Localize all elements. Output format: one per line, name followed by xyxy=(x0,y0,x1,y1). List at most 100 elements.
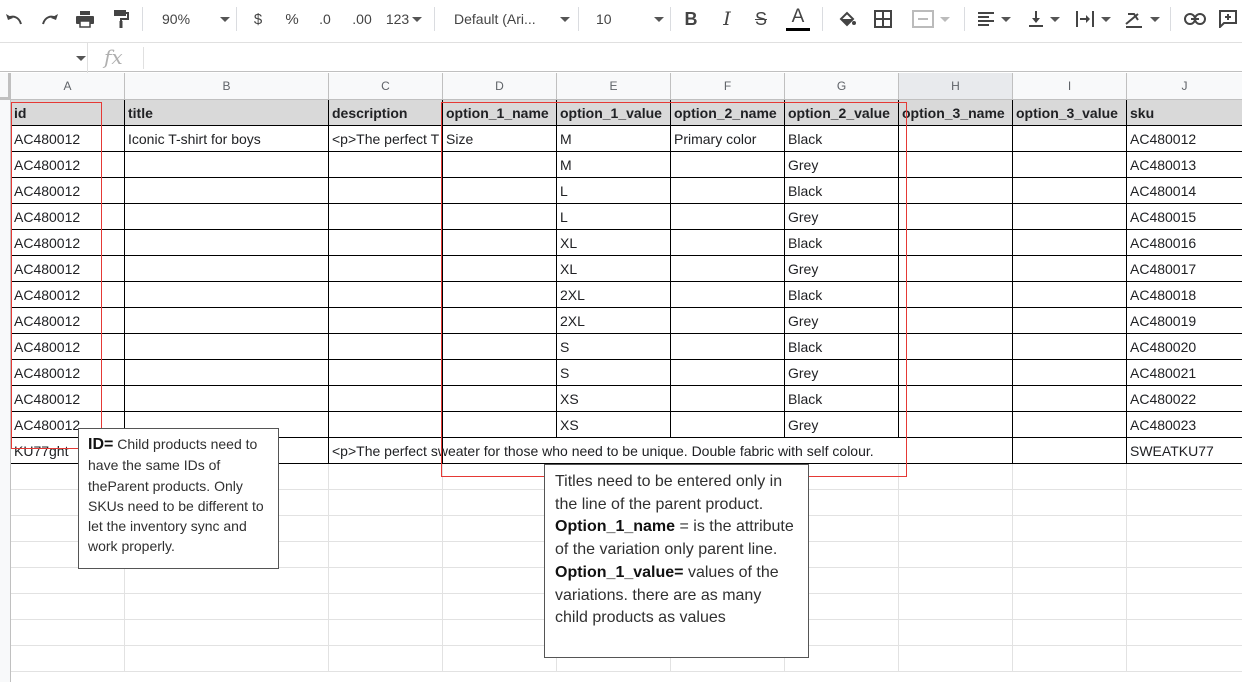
cell[interactable]: description xyxy=(329,100,443,126)
cell[interactable]: AC480019 xyxy=(1127,308,1242,334)
bold-button[interactable]: B xyxy=(678,0,704,38)
cell[interactable] xyxy=(11,646,125,672)
column-header[interactable]: C xyxy=(329,73,443,100)
cell[interactable]: Grey xyxy=(785,308,899,334)
cell[interactable]: AC480016 xyxy=(1127,230,1242,256)
cell[interactable] xyxy=(329,516,443,542)
cell[interactable] xyxy=(125,646,329,672)
cell[interactable] xyxy=(329,620,443,646)
cell[interactable] xyxy=(125,204,329,230)
cell[interactable] xyxy=(125,334,329,360)
name-box[interactable] xyxy=(0,43,88,73)
cell[interactable]: Primary color xyxy=(671,126,785,152)
cell[interactable] xyxy=(329,646,443,672)
insert-comment-icon[interactable] xyxy=(1214,0,1242,38)
cell[interactable] xyxy=(125,256,329,282)
column-header[interactable]: D xyxy=(443,73,557,100)
cell[interactable] xyxy=(443,152,557,178)
cell[interactable] xyxy=(1013,568,1127,594)
cell[interactable] xyxy=(443,282,557,308)
cell[interactable]: option_2_name xyxy=(671,100,785,126)
cell[interactable] xyxy=(125,308,329,334)
cell[interactable]: id xyxy=(11,100,125,126)
undo-icon[interactable] xyxy=(0,0,30,38)
insert-link-icon[interactable] xyxy=(1180,0,1210,38)
cell[interactable] xyxy=(899,256,1013,282)
merge-cells-icon[interactable] xyxy=(906,0,956,38)
cell[interactable] xyxy=(11,594,125,620)
cell[interactable] xyxy=(443,516,557,542)
cell[interactable] xyxy=(329,542,443,568)
cell[interactable] xyxy=(1013,334,1127,360)
cell[interactable] xyxy=(671,334,785,360)
cell[interactable]: L xyxy=(557,178,671,204)
cell[interactable] xyxy=(329,256,443,282)
cell[interactable]: Black xyxy=(785,282,899,308)
cell[interactable] xyxy=(125,386,329,412)
cell[interactable] xyxy=(329,412,443,438)
cell[interactable]: AC480020 xyxy=(1127,334,1242,360)
select-all-corner[interactable] xyxy=(0,73,11,100)
cell[interactable] xyxy=(1127,464,1242,490)
cell[interactable] xyxy=(1127,542,1242,568)
zoom-select[interactable]: 90% xyxy=(150,0,230,38)
decrease-decimals-button[interactable]: .0 xyxy=(312,0,338,38)
cell[interactable] xyxy=(1127,516,1242,542)
cell[interactable] xyxy=(1013,464,1127,490)
cell[interactable]: 2XL xyxy=(557,308,671,334)
cell[interactable]: AC480022 xyxy=(1127,386,1242,412)
cell[interactable] xyxy=(899,646,1013,672)
cell[interactable] xyxy=(443,412,557,438)
cell[interactable] xyxy=(899,204,1013,230)
cell[interactable]: AC480012 xyxy=(11,386,125,412)
cell[interactable] xyxy=(443,360,557,386)
cell[interactable] xyxy=(329,594,443,620)
cell[interactable]: L xyxy=(557,204,671,230)
more-formats-button[interactable]: 123 xyxy=(382,0,426,38)
cell[interactable] xyxy=(443,178,557,204)
horizontal-align-icon[interactable] xyxy=(972,0,1016,38)
cell[interactable] xyxy=(443,490,557,516)
cell[interactable] xyxy=(329,152,443,178)
cell[interactable] xyxy=(443,646,557,672)
cell[interactable] xyxy=(443,568,557,594)
cell[interactable] xyxy=(671,308,785,334)
column-header[interactable]: F xyxy=(671,73,785,100)
cell[interactable]: M xyxy=(557,152,671,178)
cell[interactable]: AC480012 xyxy=(11,230,125,256)
cell[interactable] xyxy=(443,256,557,282)
cell[interactable] xyxy=(671,204,785,230)
cell[interactable]: option_1_value xyxy=(557,100,671,126)
cell[interactable] xyxy=(899,230,1013,256)
fill-color-icon[interactable] xyxy=(834,0,860,38)
cell[interactable] xyxy=(899,412,1013,438)
cell[interactable] xyxy=(1013,256,1127,282)
cell[interactable]: XS xyxy=(557,386,671,412)
cell[interactable] xyxy=(1013,360,1127,386)
cell[interactable] xyxy=(443,464,557,490)
cell[interactable] xyxy=(329,464,443,490)
column-header[interactable]: A xyxy=(11,73,125,100)
cell[interactable] xyxy=(443,542,557,568)
cell[interactable] xyxy=(329,230,443,256)
cell[interactable] xyxy=(1013,646,1127,672)
cell[interactable] xyxy=(1013,308,1127,334)
cell[interactable]: AC480014 xyxy=(1127,178,1242,204)
font-size-select[interactable]: 10 xyxy=(584,0,664,38)
cell[interactable]: AC480017 xyxy=(1127,256,1242,282)
cell[interactable]: sku xyxy=(1127,100,1242,126)
cell[interactable] xyxy=(1013,412,1127,438)
cell[interactable] xyxy=(125,568,329,594)
redo-icon[interactable] xyxy=(34,0,64,38)
percent-format-button[interactable]: % xyxy=(280,0,304,38)
cell[interactable] xyxy=(899,386,1013,412)
cell[interactable] xyxy=(899,568,1013,594)
cell[interactable] xyxy=(899,438,1013,464)
cell[interactable] xyxy=(443,386,557,412)
cell[interactable] xyxy=(1127,594,1242,620)
cell[interactable]: AC480021 xyxy=(1127,360,1242,386)
cell[interactable] xyxy=(671,256,785,282)
column-header[interactable]: G xyxy=(785,73,899,100)
cell[interactable]: option_2_value xyxy=(785,100,899,126)
cell[interactable] xyxy=(899,464,1013,490)
